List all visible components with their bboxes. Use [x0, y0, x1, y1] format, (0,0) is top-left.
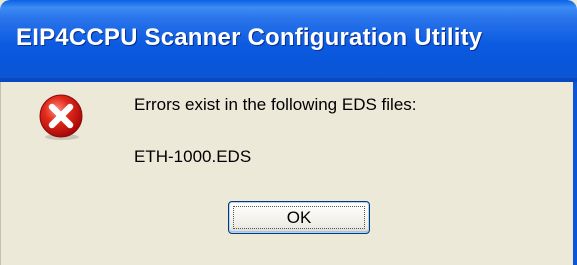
error-message: Errors exist in the following EDS files: [134, 95, 417, 114]
error-icon [39, 94, 83, 140]
ok-button[interactable]: OK [228, 201, 370, 234]
dialog-titlebar[interactable]: EIP4CCPU Scanner Configuration Utility [0, 0, 577, 82]
dialog-title: EIP4CCPU Scanner Configuration Utility [16, 24, 483, 51]
window-border-left [0, 82, 1, 265]
error-dialog: EIP4CCPU Scanner Configuration Utility E… [0, 0, 577, 265]
window-border-right [573, 82, 577, 265]
eds-file-name: ETH-1000.EDS [134, 147, 252, 166]
ok-button-label: OK [286, 207, 312, 227]
